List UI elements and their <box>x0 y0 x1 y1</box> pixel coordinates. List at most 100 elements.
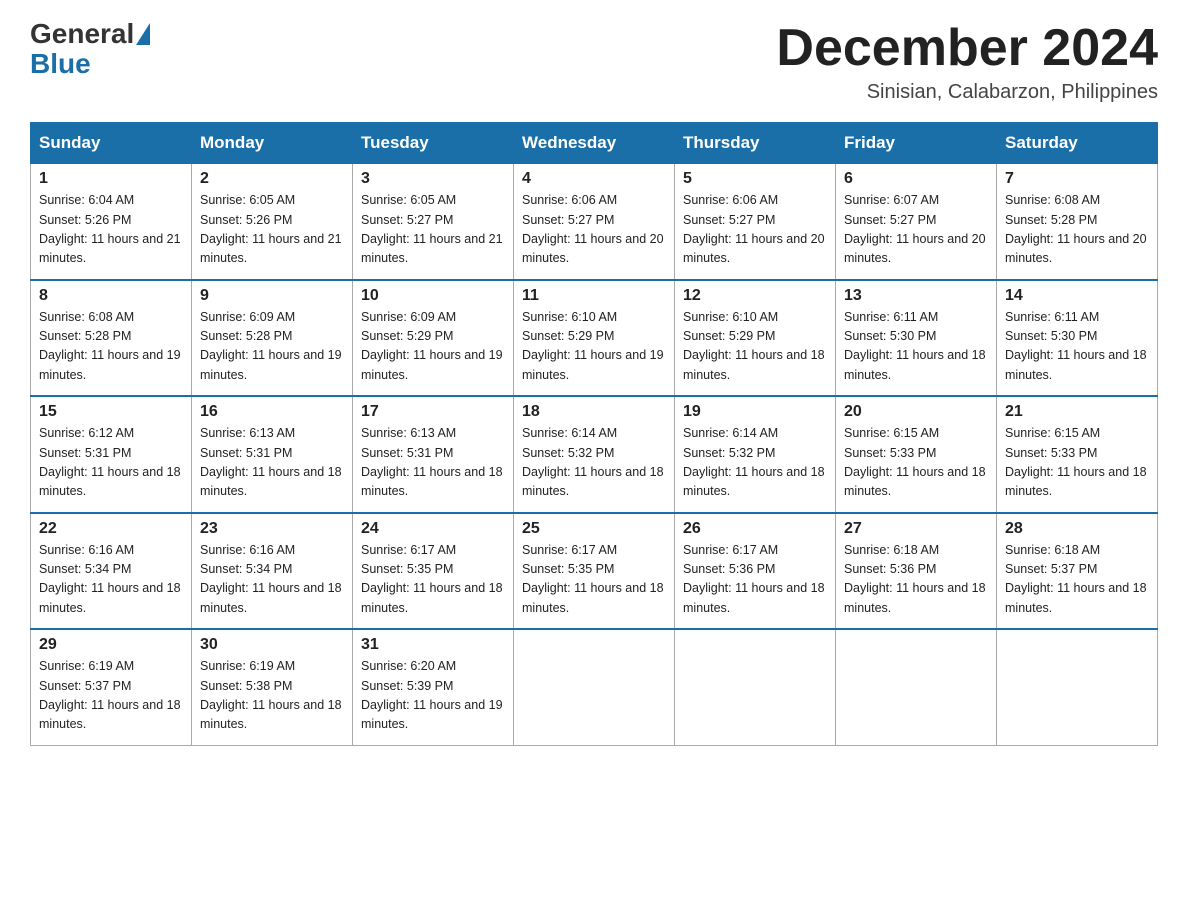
calendar-day-cell: 17 Sunrise: 6:13 AMSunset: 5:31 PMDayligh… <box>353 396 514 513</box>
day-info: Sunrise: 6:11 AMSunset: 5:30 PMDaylight:… <box>1005 308 1149 386</box>
day-info: Sunrise: 6:15 AMSunset: 5:33 PMDaylight:… <box>1005 424 1149 502</box>
day-number: 13 <box>844 287 988 305</box>
day-number: 25 <box>522 520 666 538</box>
calendar-day-cell: 28Sunrise: 6:18 AMSunset: 5:37 PMDayligh… <box>997 513 1158 630</box>
day-number: 19 <box>683 403 827 421</box>
col-header-wednesday: Wednesday <box>514 123 675 164</box>
day-number: 9 <box>200 287 344 305</box>
day-info: Sunrise: 6:09 AMSunset: 5:29 PMDaylight:… <box>361 308 505 386</box>
calendar-table: SundayMondayTuesdayWednesdayThursdayFrid… <box>30 122 1158 746</box>
title-block: December 2024 Sinisian, Calabarzon, Phil… <box>776 20 1158 104</box>
day-info: Sunrise: 6:08 AMSunset: 5:28 PMDaylight:… <box>1005 191 1149 269</box>
calendar-week-row: 1 Sunrise: 6:04 AMSunset: 5:26 PMDaylight… <box>31 164 1158 280</box>
calendar-day-cell: 10 Sunrise: 6:09 AMSunset: 5:29 PMDayligh… <box>353 280 514 397</box>
calendar-week-row: 22 Sunrise: 6:16 AMSunset: 5:34 PMDayligh… <box>31 513 1158 630</box>
calendar-empty-cell <box>675 629 836 745</box>
day-info: Sunrise: 6:13 AMSunset: 5:31 PMDaylight:… <box>200 424 344 502</box>
calendar-day-cell: 6Sunrise: 6:07 AMSunset: 5:27 PMDaylight… <box>836 164 997 280</box>
day-info: Sunrise: 6:06 AMSunset: 5:27 PMDaylight:… <box>522 191 666 269</box>
calendar-day-cell: 18 Sunrise: 6:14 AMSunset: 5:32 PMDayligh… <box>514 396 675 513</box>
calendar-day-cell: 8 Sunrise: 6:08 AMSunset: 5:28 PMDaylight… <box>31 280 192 397</box>
calendar-week-row: 15Sunrise: 6:12 AMSunset: 5:31 PMDayligh… <box>31 396 1158 513</box>
day-info: Sunrise: 6:15 AMSunset: 5:33 PMDaylight:… <box>844 424 988 502</box>
col-header-sunday: Sunday <box>31 123 192 164</box>
calendar-day-cell: 31 Sunrise: 6:20 AMSunset: 5:39 PMDayligh… <box>353 629 514 745</box>
day-number: 1 <box>39 170 183 188</box>
calendar-day-cell: 23 Sunrise: 6:16 AMSunset: 5:34 PMDayligh… <box>192 513 353 630</box>
day-number: 23 <box>200 520 344 538</box>
day-number: 12 <box>683 287 827 305</box>
day-number: 22 <box>39 520 183 538</box>
day-info: Sunrise: 6:07 AMSunset: 5:27 PMDaylight:… <box>844 191 988 269</box>
day-info: Sunrise: 6:14 AMSunset: 5:32 PMDaylight:… <box>522 424 666 502</box>
day-number: 7 <box>1005 170 1149 188</box>
day-info: Sunrise: 6:16 AMSunset: 5:34 PMDaylight:… <box>200 541 344 619</box>
calendar-day-cell: 21Sunrise: 6:15 AMSunset: 5:33 PMDayligh… <box>997 396 1158 513</box>
day-number: 2 <box>200 170 344 188</box>
day-info: Sunrise: 6:13 AMSunset: 5:31 PMDaylight:… <box>361 424 505 502</box>
day-info: Sunrise: 6:10 AMSunset: 5:29 PMDaylight:… <box>683 308 827 386</box>
calendar-day-cell: 24 Sunrise: 6:17 AMSunset: 5:35 PMDayligh… <box>353 513 514 630</box>
day-info: Sunrise: 6:18 AMSunset: 5:36 PMDaylight:… <box>844 541 988 619</box>
day-number: 20 <box>844 403 988 421</box>
day-number: 10 <box>361 287 505 305</box>
day-info: Sunrise: 6:19 AMSunset: 5:37 PMDaylight:… <box>39 657 183 735</box>
day-number: 8 <box>39 287 183 305</box>
day-number: 17 <box>361 403 505 421</box>
day-info: Sunrise: 6:18 AMSunset: 5:37 PMDaylight:… <box>1005 541 1149 619</box>
col-header-monday: Monday <box>192 123 353 164</box>
calendar-day-cell: 9Sunrise: 6:09 AMSunset: 5:28 PMDaylight… <box>192 280 353 397</box>
day-info: Sunrise: 6:14 AMSunset: 5:32 PMDaylight:… <box>683 424 827 502</box>
day-number: 24 <box>361 520 505 538</box>
day-info: Sunrise: 6:20 AMSunset: 5:39 PMDaylight:… <box>361 657 505 735</box>
calendar-day-cell: 19 Sunrise: 6:14 AMSunset: 5:32 PMDayligh… <box>675 396 836 513</box>
calendar-empty-cell <box>514 629 675 745</box>
day-number: 11 <box>522 287 666 305</box>
calendar-day-cell: 3Sunrise: 6:05 AMSunset: 5:27 PMDaylight… <box>353 164 514 280</box>
day-number: 30 <box>200 636 344 654</box>
calendar-day-cell: 29Sunrise: 6:19 AMSunset: 5:37 PMDayligh… <box>31 629 192 745</box>
day-number: 26 <box>683 520 827 538</box>
calendar-day-cell: 12 Sunrise: 6:10 AMSunset: 5:29 PMDayligh… <box>675 280 836 397</box>
day-number: 5 <box>683 170 827 188</box>
day-info: Sunrise: 6:17 AMSunset: 5:36 PMDaylight:… <box>683 541 827 619</box>
calendar-day-cell: 20 Sunrise: 6:15 AMSunset: 5:33 PMDayligh… <box>836 396 997 513</box>
calendar-day-cell: 30 Sunrise: 6:19 AMSunset: 5:38 PMDayligh… <box>192 629 353 745</box>
calendar-day-cell: 25 Sunrise: 6:17 AMSunset: 5:35 PMDayligh… <box>514 513 675 630</box>
calendar-day-cell: 27 Sunrise: 6:18 AMSunset: 5:36 PMDayligh… <box>836 513 997 630</box>
col-header-saturday: Saturday <box>997 123 1158 164</box>
day-info: Sunrise: 6:04 AMSunset: 5:26 PMDaylight:… <box>39 191 183 269</box>
logo-triangle-icon <box>136 23 150 45</box>
calendar-day-cell: 26 Sunrise: 6:17 AMSunset: 5:36 PMDayligh… <box>675 513 836 630</box>
day-info: Sunrise: 6:08 AMSunset: 5:28 PMDaylight:… <box>39 308 183 386</box>
day-number: 31 <box>361 636 505 654</box>
calendar-empty-cell <box>997 629 1158 745</box>
day-info: Sunrise: 6:11 AMSunset: 5:30 PMDaylight:… <box>844 308 988 386</box>
month-year-title: December 2024 <box>776 20 1158 77</box>
day-info: Sunrise: 6:19 AMSunset: 5:38 PMDaylight:… <box>200 657 344 735</box>
calendar-day-cell: 2 Sunrise: 6:05 AMSunset: 5:26 PMDaylight… <box>192 164 353 280</box>
logo: General Blue <box>30 20 152 80</box>
day-info: Sunrise: 6:06 AMSunset: 5:27 PMDaylight:… <box>683 191 827 269</box>
day-info: Sunrise: 6:05 AMSunset: 5:26 PMDaylight:… <box>200 191 344 269</box>
calendar-day-cell: 7 Sunrise: 6:08 AMSunset: 5:28 PMDaylight… <box>997 164 1158 280</box>
calendar-day-cell: 16 Sunrise: 6:13 AMSunset: 5:31 PMDayligh… <box>192 396 353 513</box>
day-info: Sunrise: 6:16 AMSunset: 5:34 PMDaylight:… <box>39 541 183 619</box>
day-info: Sunrise: 6:17 AMSunset: 5:35 PMDaylight:… <box>522 541 666 619</box>
calendar-day-cell: 1 Sunrise: 6:04 AMSunset: 5:26 PMDaylight… <box>31 164 192 280</box>
calendar-day-cell: 4Sunrise: 6:06 AMSunset: 5:27 PMDaylight… <box>514 164 675 280</box>
day-info: Sunrise: 6:17 AMSunset: 5:35 PMDaylight:… <box>361 541 505 619</box>
location-subtitle: Sinisian, Calabarzon, Philippines <box>776 81 1158 104</box>
day-info: Sunrise: 6:10 AMSunset: 5:29 PMDaylight:… <box>522 308 666 386</box>
page-header: General Blue December 2024 Sinisian, Cal… <box>30 20 1158 104</box>
day-number: 14 <box>1005 287 1149 305</box>
day-number: 27 <box>844 520 988 538</box>
calendar-empty-cell <box>836 629 997 745</box>
calendar-day-cell: 13 Sunrise: 6:11 AMSunset: 5:30 PMDayligh… <box>836 280 997 397</box>
logo-blue-text: Blue <box>30 48 91 80</box>
calendar-day-cell: 22 Sunrise: 6:16 AMSunset: 5:34 PMDayligh… <box>31 513 192 630</box>
day-number: 15 <box>39 403 183 421</box>
day-number: 18 <box>522 403 666 421</box>
col-header-thursday: Thursday <box>675 123 836 164</box>
day-number: 16 <box>200 403 344 421</box>
